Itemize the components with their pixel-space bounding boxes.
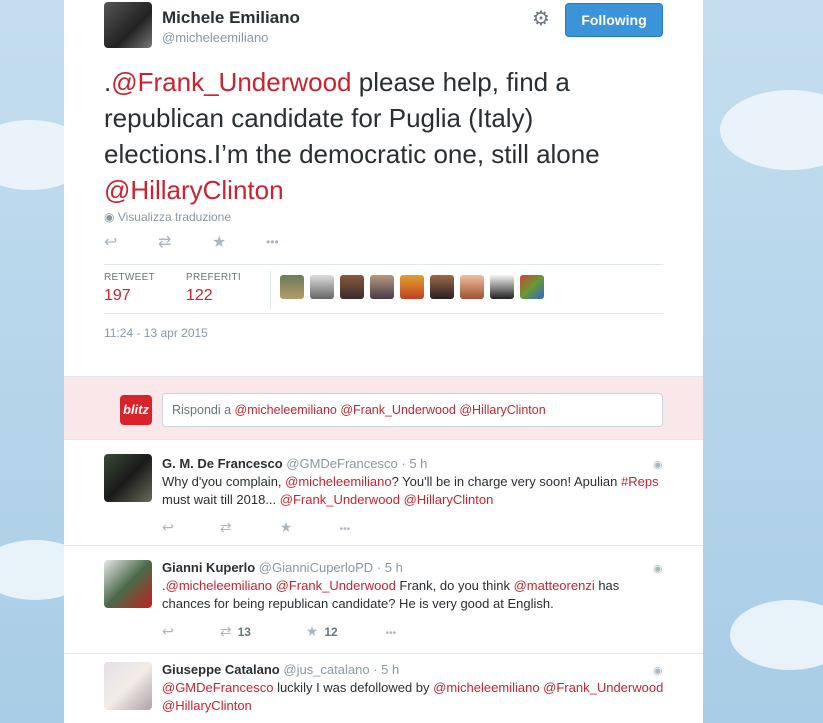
- reply-actions: ↩ ⇄ 13 ★ 12 •••: [162, 623, 396, 640]
- retweet-icon[interactable]: ⇄: [158, 232, 212, 252]
- globe-icon: ◉: [653, 665, 663, 677]
- translate-link[interactable]: ◉ Visualizza traduzione: [104, 210, 231, 224]
- retweet-stat[interactable]: RETWEET 197: [104, 272, 155, 305]
- reply-mentions: @micheleemiliano @Frank_Underwood @Hilla…: [234, 403, 546, 417]
- tweet-actions: ↩ ⇄ ★ •••: [104, 232, 320, 252]
- mention-link[interactable]: @matteorenzi: [514, 578, 595, 593]
- translate-label: Visualizza traduzione: [117, 210, 232, 224]
- favorites-stat[interactable]: PREFERITI 122: [186, 272, 241, 305]
- favorite-action[interactable]: ★ 12: [306, 623, 382, 640]
- reply-header: Gianni Kuperlo @GianniCuperloPD · 5 h: [162, 560, 403, 575]
- user-avatar-logo: blitz: [120, 395, 152, 425]
- author-handle[interactable]: @micheleemiliano: [162, 30, 268, 45]
- favoriter-avatar[interactable]: [520, 275, 544, 299]
- gear-icon[interactable]: ⚙: [532, 6, 550, 31]
- reply-time[interactable]: 5 h: [381, 662, 399, 677]
- reply-header: G. M. De Francesco @GMDeFrancesco · 5 h: [162, 456, 428, 471]
- favoriter-avatar[interactable]: [490, 275, 514, 299]
- reply-text-part: Why d'you complain,: [162, 474, 286, 489]
- globe-icon: ◉: [653, 459, 663, 471]
- favorite-icon: ★: [305, 623, 319, 639]
- reply-text-part: Frank, do you think: [395, 578, 514, 593]
- reply-time[interactable]: 5 h: [409, 456, 427, 471]
- reply-icon[interactable]: ↩: [162, 623, 216, 640]
- favorite-icon[interactable]: ★: [280, 519, 336, 536]
- reply-author-name[interactable]: G. M. De Francesco: [162, 456, 283, 471]
- reply-author-handle[interactable]: @GMDeFrancesco: [286, 456, 397, 471]
- mention-link[interactable]: @HillaryClinton: [162, 698, 252, 713]
- author-avatar[interactable]: [104, 2, 152, 48]
- reply-author-handle[interactable]: @jus_catalano: [283, 662, 369, 677]
- reply-text: @GMDeFrancesco luckily I was defollowed …: [162, 679, 667, 715]
- cloud: [730, 600, 823, 670]
- reply-avatar[interactable]: [104, 560, 152, 608]
- reply-avatar[interactable]: [104, 454, 152, 502]
- reply-author-name[interactable]: Giuseppe Catalano: [162, 662, 280, 677]
- retweet-icon: ⇄: [219, 623, 232, 639]
- globe-icon: ◉: [653, 563, 663, 575]
- mention-link[interactable]: @HillaryClinton: [404, 492, 494, 507]
- reply-input[interactable]: Rispondi a @micheleemiliano @Frank_Under…: [162, 393, 663, 427]
- retweet-icon[interactable]: ⇄: [220, 519, 276, 536]
- reply-area: blitz Rispondi a @micheleemiliano @Frank…: [64, 376, 703, 440]
- tweet-panel: Michele Emiliano @micheleemiliano ⚙ Foll…: [64, 0, 703, 723]
- favoriter-avatar[interactable]: [430, 275, 454, 299]
- favoriter-avatar[interactable]: [370, 275, 394, 299]
- reply-text-part: luckily I was defollowed by: [273, 680, 434, 695]
- hashtag-link[interactable]: #Reps: [621, 474, 659, 489]
- retweet-action[interactable]: ⇄ 13: [220, 623, 302, 640]
- mention-link[interactable]: @GMDeFrancesco: [162, 680, 273, 695]
- mention-link[interactable]: @micheleemiliano: [285, 474, 391, 489]
- reply-item[interactable]: G. M. De Francesco @GMDeFrancesco · 5 h …: [64, 440, 703, 546]
- mention-link[interactable]: @micheleemiliano: [433, 680, 539, 695]
- stats-divider: [270, 271, 271, 309]
- tweet-text: .@Frank_Underwood please help, find a re…: [104, 64, 674, 208]
- reply-time[interactable]: 5 h: [385, 560, 403, 575]
- reply-text: .@micheleemiliano @Frank_Underwood Frank…: [162, 577, 667, 613]
- mention-link[interactable]: @HillaryClinton: [104, 175, 284, 205]
- favoriter-avatar[interactable]: [310, 275, 334, 299]
- reply-item[interactable]: Gianni Kuperlo @GianniCuperloPD · 5 h ◉ …: [64, 546, 703, 654]
- reply-actions: ↩ ⇄ ★ •••: [162, 519, 350, 536]
- tweet-timestamp[interactable]: 11:24 - 13 apr 2015: [104, 326, 208, 340]
- reply-avatar[interactable]: [104, 662, 152, 710]
- favoriter-avatar[interactable]: [460, 275, 484, 299]
- mention-link[interactable]: @Frank_Underwood: [276, 578, 396, 593]
- author-name[interactable]: Michele Emiliano: [162, 8, 300, 28]
- retweet-label: RETWEET: [104, 272, 155, 283]
- mention-link[interactable]: @Frank_Underwood: [543, 680, 663, 695]
- favoriter-avatars: [280, 275, 544, 299]
- reply-icon[interactable]: ↩: [162, 519, 216, 536]
- mention-link[interactable]: @Frank_Underwood: [111, 67, 351, 97]
- reply-text: Why d'you complain, @micheleemiliano? Yo…: [162, 473, 667, 509]
- favorite-count: 12: [324, 625, 338, 639]
- mention-link[interactable]: @micheleemiliano: [166, 578, 272, 593]
- globe-icon: ◉: [104, 210, 115, 224]
- retweet-count: 197: [104, 287, 131, 304]
- reply-author-handle[interactable]: @GianniCuperloPD: [259, 560, 373, 575]
- cloud: [720, 90, 823, 170]
- favorite-icon[interactable]: ★: [212, 232, 266, 252]
- reply-icon[interactable]: ↩: [104, 232, 158, 252]
- reply-prefix: Rispondi a: [172, 403, 235, 417]
- favorites-label: PREFERITI: [186, 272, 241, 283]
- favoriter-avatar[interactable]: [400, 275, 424, 299]
- following-button[interactable]: Following: [565, 3, 663, 37]
- reply-header: Giuseppe Catalano @jus_catalano · 5 h: [162, 662, 400, 677]
- reply-item[interactable]: Giuseppe Catalano @jus_catalano · 5 h ◉ …: [64, 654, 703, 723]
- reply-text-part: ? You'll be in charge very soon! Apulian: [391, 474, 621, 489]
- mention-link[interactable]: @Frank_Underwood: [280, 492, 400, 507]
- retweet-count: 13: [237, 625, 251, 639]
- favorites-count: 122: [186, 287, 213, 304]
- more-icon[interactable]: •••: [340, 524, 351, 535]
- more-icon[interactable]: •••: [386, 628, 397, 639]
- favoriter-avatar[interactable]: [280, 275, 304, 299]
- reply-text-part: must wait till 2018...: [162, 492, 280, 507]
- more-icon[interactable]: •••: [266, 232, 320, 252]
- reply-author-name[interactable]: Gianni Kuperlo: [162, 560, 255, 575]
- favoriter-avatar[interactable]: [340, 275, 364, 299]
- tweet-stats: RETWEET 197 PREFERITI 122: [104, 264, 663, 314]
